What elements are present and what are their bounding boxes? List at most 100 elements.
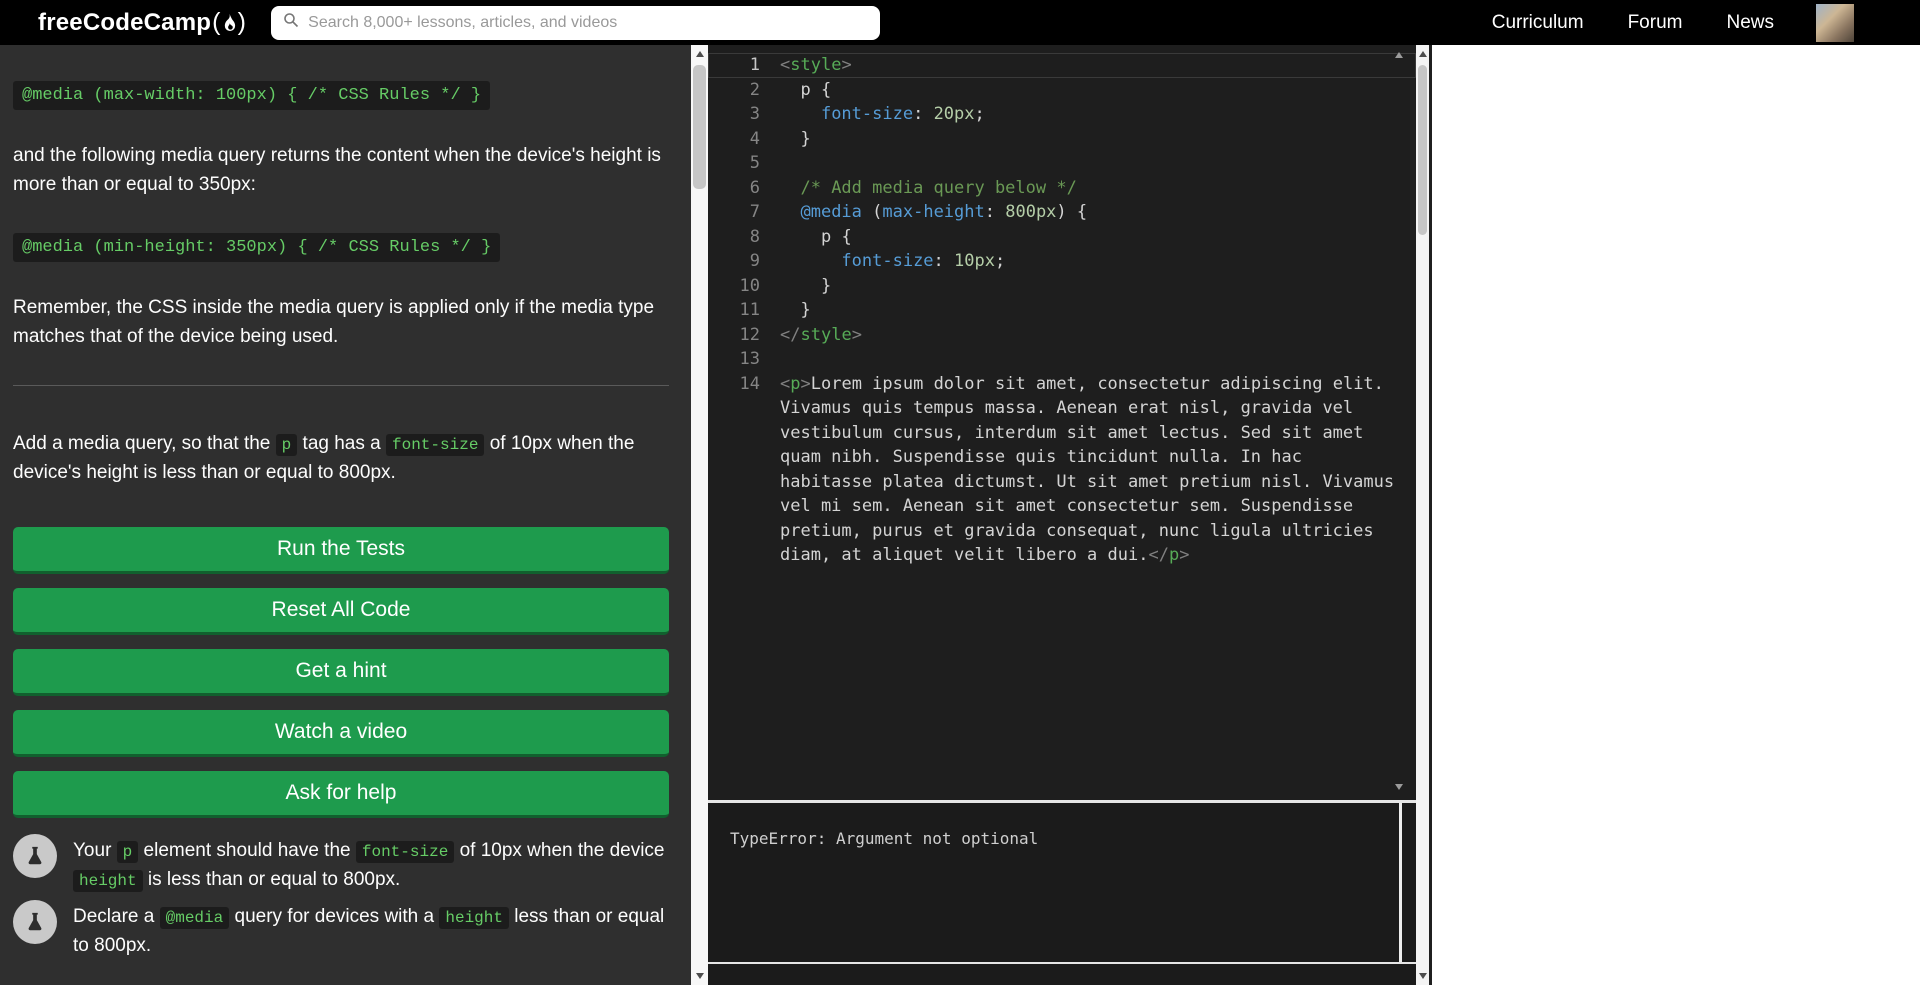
flask-icon [13,834,57,878]
get-a-hint-button[interactable]: Get a hint [13,649,669,696]
scrollbar-thumb[interactable] [693,65,706,189]
run-the-tests-button[interactable]: Run the Tests [13,527,669,574]
text-run: element should have the [138,840,356,861]
token: : [933,251,955,271]
scroll-up-button[interactable] [691,46,708,62]
token: < [780,324,791,345]
editor-lines: 1 <style> 2 p {3 font-size: 20px; 4 } 5 6 /*… [708,53,1416,568]
line-code [780,347,790,372]
token: 10px [954,251,995,271]
text-run: query for devices with a [229,906,440,927]
editor-line: 9 font-size: 10px; [708,249,1416,274]
line-code: /* Add media query below */ [780,176,1076,201]
editor-line: 14 <p>Lorem ipsum dolor sit amet, consect… [708,372,1416,568]
token: < [1148,545,1159,565]
nav-link-forum[interactable]: Forum [1628,12,1683,34]
line-number: 10 [739,275,760,296]
action-buttons: Run the Tests Reset All Code Get a hint Wat… [13,527,669,818]
instructions-scrollbar[interactable] [691,45,708,985]
console-panel: TypeError: Argument not optional [708,800,1416,964]
search-icon [283,12,299,33]
token: { [831,226,852,247]
token: style [800,324,852,345]
scroll-down-button[interactable] [1416,968,1429,984]
editor-line: 1 <style> [708,53,1416,78]
token: } [780,300,811,320]
scroll-up-button[interactable] [1416,46,1429,62]
test-text: Your p element should have the font-size… [73,834,669,894]
token: : [913,104,934,124]
line-code: <p>Lorem ipsum dolor sit amet, consectet… [780,372,1400,568]
bottom-strip [708,964,1416,985]
freecodecamp-logo[interactable]: freeCodeCamp ( ) [38,8,247,37]
logo-text: freeCodeCamp [38,8,212,36]
flask-icon [13,900,57,944]
token: p [790,373,801,394]
token: 20px [933,104,975,124]
line-code: } [780,127,811,152]
code-example: @media (min-height: 350px) { /* CSS Rule… [13,233,501,262]
main-content: @media (max-width: 100px) { /* CSS Rules… [0,45,1920,985]
token: { [810,79,832,100]
preview-pane [1429,45,1920,985]
text-run: tag has a [297,433,386,454]
nav-link-curriculum[interactable]: Curriculum [1492,12,1584,34]
editor-pane-scrollbar[interactable] [1416,45,1429,985]
line-code: <style> [780,53,852,78]
watch-a-video-button[interactable]: Watch a video [13,710,669,757]
line-number: 14 [739,373,760,394]
search-input[interactable] [308,13,869,32]
inline-code: font-size [355,841,455,863]
avatar[interactable] [1816,3,1854,42]
token: < [780,373,791,394]
console-message: TypeError: Argument not optional [730,829,1039,848]
scroll-down-button[interactable] [691,968,708,984]
text-run: Remember, the CSS inside the media query… [13,297,655,347]
token: p [800,79,811,100]
instruction-paragraph: and the following media query returns th… [13,142,669,199]
scrollbar-thumb[interactable] [1418,65,1427,235]
editor-scroll-down-button[interactable] [1392,780,1406,794]
token: < [780,55,791,75]
inline-code: p [116,841,139,863]
editor-scroll-up-button[interactable] [1392,48,1406,62]
test-row: Declare a @media query for devices with … [13,900,669,960]
token: 800px [1005,202,1057,222]
chevron-up-icon [695,51,704,57]
chevron-up-icon [1418,51,1427,57]
token: / [790,324,801,345]
token: p [820,226,832,247]
code-example-wrap: @media (max-width: 100px) { /* CSS Rules… [13,81,669,110]
nav-link-news[interactable]: News [1726,12,1774,34]
search-bar[interactable] [271,5,881,40]
instruction-paragraph: Add a media query, so that the p tag has… [13,430,669,487]
token: > [841,55,852,75]
text-run: Add a media query, so that the [13,433,276,454]
editor-line: 5 [708,151,1416,176]
editor-line: 6 /* Add media query below */ [708,176,1416,201]
line-number: 11 [739,300,760,320]
editor-column: 1 <style> 2 p {3 font-size: 20px; 4 } 5 6 /*… [708,45,1416,985]
logo-paren-close: ) [237,8,247,36]
console-scrollbar[interactable] [1399,803,1402,962]
text-run: Your [73,840,117,861]
token: > [1179,545,1190,565]
test-row: Your p element should have the font-size… [13,834,669,894]
token: > [800,373,811,394]
line-number: 2 [749,79,760,100]
token: ; [974,104,985,124]
line-number: 3 [749,104,760,124]
line-code: font-size: 10px; [780,249,1005,274]
flame-icon [222,11,237,35]
code-editor[interactable]: 1 <style> 2 p {3 font-size: 20px; 4 } 5 6 /*… [708,45,1416,800]
token: ( [861,202,883,222]
line-number: 13 [739,349,760,369]
reset-all-code-button[interactable]: Reset All Code [13,588,669,635]
editor-line: 2 p { [708,78,1416,103]
line-code: p { [780,78,831,103]
line-code [780,151,790,176]
token: } [780,128,811,149]
text-run: and the following media query returns th… [13,145,661,195]
ask-for-help-button[interactable]: Ask for help [13,771,669,818]
